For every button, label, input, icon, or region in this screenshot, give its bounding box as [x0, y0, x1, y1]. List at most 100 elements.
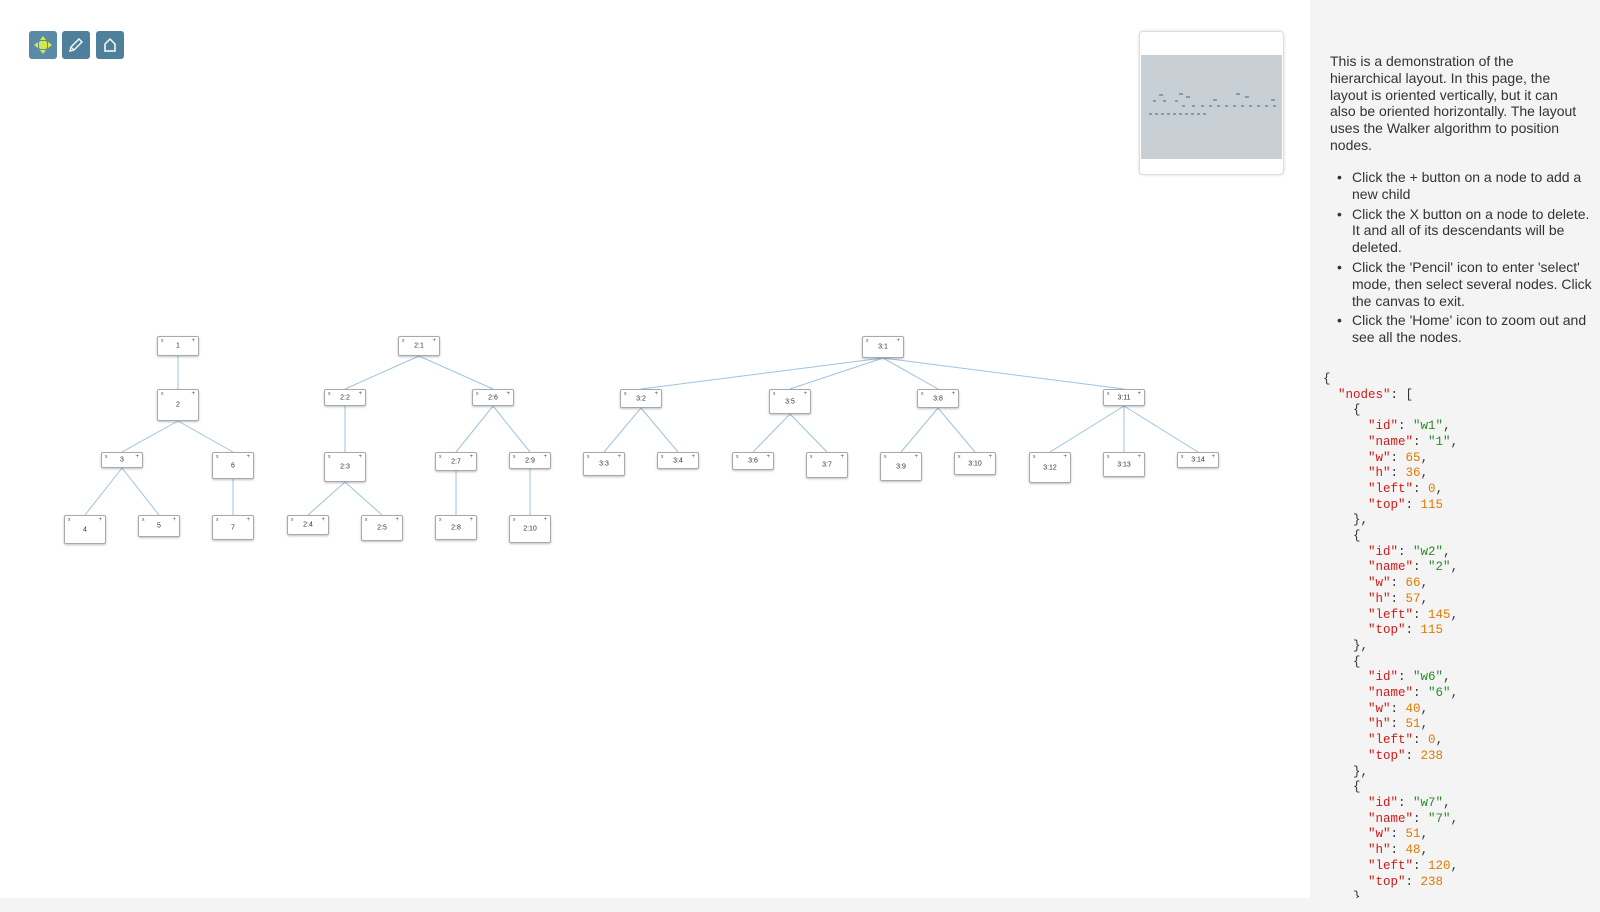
graph-node[interactable]: x +2:9 [509, 452, 551, 469]
graph-node[interactable]: x +2:4 [287, 515, 329, 535]
node-delete-button[interactable]: x [1033, 454, 1036, 460]
node-add-child-button[interactable]: + [1063, 454, 1067, 460]
json-number-value: 51 [1405, 717, 1421, 732]
json-key: "id" [1368, 544, 1399, 559]
graph-edge [1049, 405, 1125, 453]
json-key: "left" [1368, 858, 1414, 873]
graph-node[interactable]: x +5 [138, 515, 180, 537]
graph-node[interactable]: x +3:8 [917, 389, 959, 408]
node-delete-button[interactable]: x [365, 517, 368, 523]
node-delete-button[interactable]: x [68, 517, 71, 523]
graph-node[interactable]: x +6 [212, 452, 254, 479]
graph-node[interactable]: x +3 [101, 452, 143, 468]
node-add-child-button[interactable]: + [803, 391, 807, 397]
graph-edge [84, 467, 123, 516]
graph-node[interactable]: x +3:1 [862, 336, 904, 358]
node-delete-button[interactable]: x [328, 454, 331, 460]
graph-edge [882, 357, 939, 390]
json-line: "id": "w1", [1368, 419, 1451, 434]
graph-node[interactable]: x +3:9 [880, 452, 922, 481]
graph-edge [344, 481, 383, 516]
graph-node[interactable]: x +2 [157, 389, 199, 421]
node-add-child-button[interactable]: + [914, 454, 918, 460]
graph-node[interactable]: x +2:10 [509, 515, 551, 543]
node-label: 3:12 [1043, 464, 1057, 471]
json-key: "left" [1368, 733, 1414, 748]
node-delete-button[interactable]: x [884, 454, 887, 460]
graph-node[interactable]: x +3:13 [1103, 452, 1145, 477]
json-line: "top": 238 [1368, 874, 1444, 889]
graph-node[interactable]: x +3:3 [583, 452, 625, 476]
graph-node[interactable]: x +7 [212, 515, 254, 540]
graph-edge [418, 355, 494, 390]
json-line: "left": 120, [1368, 858, 1459, 873]
node-add-child-button[interactable]: + [246, 454, 250, 460]
graph-node[interactable]: x +3:2 [620, 389, 662, 408]
node-delete-button[interactable]: x [161, 391, 164, 397]
graph-node[interactable]: x +2:8 [435, 515, 477, 540]
graph-node[interactable]: x +3:6 [732, 452, 774, 470]
node-label: 3:8 [933, 395, 943, 402]
node-label: 3:3 [599, 460, 609, 468]
graph-node[interactable]: x +4 [64, 515, 106, 544]
json-line: "top": 115 [1368, 623, 1444, 638]
node-delete-button[interactable]: x [773, 391, 776, 397]
json-line: "h": 48, [1368, 843, 1429, 858]
node-add-child-button[interactable]: + [246, 517, 250, 523]
graph-node[interactable]: x +3:12 [1029, 452, 1071, 483]
node-label: 3:7 [822, 461, 832, 469]
graph-edge [900, 407, 939, 453]
json-line: }, [1323, 764, 1369, 779]
graph-node[interactable]: x +2:7 [435, 452, 477, 471]
json-string-value: "6" [1428, 686, 1451, 701]
node-delete-button[interactable]: x [216, 454, 219, 460]
graph-node[interactable]: x +2:6 [472, 389, 514, 406]
json-line: { [1323, 654, 1361, 669]
json-key: "w" [1368, 576, 1391, 591]
node-label: 3:5 [785, 398, 795, 405]
node-add-child-button[interactable]: + [840, 454, 844, 460]
node-add-child-button[interactable]: + [98, 517, 102, 523]
graph-node[interactable]: x +2:3 [324, 452, 366, 482]
graph-edges [84, 355, 1199, 516]
json-key: "name" [1368, 434, 1414, 449]
node-label: 7 [231, 524, 235, 531]
node-add-child-button[interactable]: + [395, 517, 399, 523]
node-delete-button[interactable]: x [513, 517, 516, 523]
json-dump: { "nodes": [ { "id": "w1", "name": "1", … [1323, 372, 1458, 898]
json-key: "h" [1368, 466, 1391, 481]
node-add-child-button[interactable]: + [469, 517, 473, 523]
graph-node[interactable]: x +3:5 [769, 389, 811, 414]
graph-edge [882, 357, 1125, 390]
graph-node[interactable]: x +2:1 [398, 336, 440, 356]
node-delete-button[interactable]: x [810, 454, 813, 460]
graph-node[interactable]: x +2:5 [361, 515, 403, 541]
node-label: 3:11 [1117, 394, 1131, 401]
json-line: "w": 65, [1368, 450, 1429, 465]
json-key: "name" [1368, 686, 1414, 701]
node-delete-button[interactable]: x [587, 454, 590, 460]
graph-canvas[interactable]: x +1 x +2 x +3 x +6 x +4 x +5 x +7 x +2:1 x +2:2 x +2:6 x +2:… [0, 0, 1310, 898]
node-add-child-button[interactable]: + [1137, 454, 1141, 460]
graph-node[interactable]: x +3:4 [657, 452, 699, 469]
json-number-value: 0 [1428, 481, 1436, 496]
node-add-child-button[interactable]: + [191, 391, 195, 397]
node-delete-button[interactable]: x [439, 517, 442, 523]
node-label: 2:3 [340, 463, 350, 471]
json-line: "w": 51, [1368, 827, 1429, 842]
graph-node[interactable]: x +3:14 [1177, 452, 1219, 468]
json-line: "w": 40, [1368, 701, 1429, 716]
node-add-child-button[interactable]: + [543, 517, 547, 523]
node-delete-button[interactable]: x [216, 517, 219, 523]
graph-node[interactable]: x +3:10 [954, 452, 996, 475]
json-line: { [1323, 403, 1361, 418]
graph-node[interactable]: x +3:7 [806, 452, 848, 478]
graph-node[interactable]: x +1 [157, 336, 199, 356]
graph-edge [121, 420, 179, 453]
node-add-child-button[interactable]: + [358, 454, 362, 460]
node-delete-button[interactable]: x [1107, 454, 1110, 460]
graph-node[interactable]: x +3:11 [1103, 389, 1145, 406]
graph-node[interactable]: x +2:2 [324, 389, 366, 406]
instruction-select-mode: Click the 'Pencil' icon to enter 'select… [1330, 259, 1592, 309]
node-add-child-button[interactable]: + [617, 454, 621, 460]
